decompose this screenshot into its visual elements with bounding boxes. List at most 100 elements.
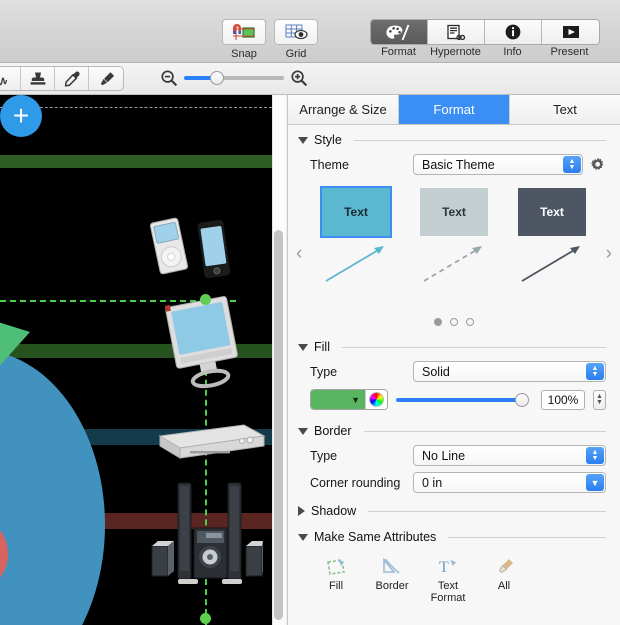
fill-type-value: Solid [422,364,450,379]
opacity-slider[interactable] [396,391,533,409]
scribble-tool-button[interactable] [0,67,21,90]
gear-icon[interactable] [590,157,606,173]
style-thumb-1[interactable]: Text [320,186,392,289]
chevron-right-icon[interactable]: › [606,244,612,263]
hypernote-icon [447,24,466,40]
brush-icon [478,554,530,580]
make-same-fill-button[interactable]: Fill [310,554,362,604]
brush-icon [100,72,115,86]
border-type-value: No Line [422,448,466,463]
canvas-green-bar-top[interactable] [0,155,272,168]
chevron-updown-icon[interactable]: ▲ ▼ [586,447,604,464]
fill-color-swatch[interactable]: ▼ [310,389,388,410]
chevron-left-icon[interactable]: ‹ [296,244,302,263]
make-same-border-label: Border [375,580,409,592]
zoom-slider-knob[interactable] [210,71,224,85]
zoom-out-icon[interactable] [160,69,178,87]
fill-type-select[interactable]: Solid ▲ ▼ [413,361,606,382]
canvas-selection-handle-bottom[interactable] [200,613,211,624]
add-object-button[interactable]: + [0,95,42,137]
grid-button[interactable]: Grid [274,19,318,60]
disclosure-triangle-down-icon[interactable] [298,533,308,541]
opacity-slider-knob[interactable] [515,392,529,407]
tab-format[interactable]: Format [399,95,510,124]
mac-mini-image[interactable] [146,420,266,462]
brush-tool-button[interactable] [89,67,123,90]
chevron-down-icon[interactable]: ▼ [586,474,604,491]
main-toolbar: Snap Grid Format Hypernote Info Present [0,0,620,63]
hypernote-button[interactable] [428,20,485,44]
shadow-section: Shadow [288,496,620,522]
border-type-select[interactable]: No Line ▲ ▼ [413,445,606,466]
opacity-value[interactable]: 100% [541,389,585,410]
carousel-dot-1[interactable] [434,318,442,326]
stamp-tool-button[interactable] [21,67,55,90]
zoom-slider[interactable] [184,68,284,88]
speaker-system-image[interactable] [150,480,265,590]
theme-label: Theme [310,157,349,172]
theme-select[interactable]: Basic Theme ▲ ▼ [413,154,583,175]
tab-arrange-size[interactable]: Arrange & Size [288,95,399,124]
style-section-header[interactable]: Style [288,125,620,151]
border-section-header[interactable]: Border [288,416,620,442]
document-canvas[interactable]: + [0,95,272,625]
make-same-text-format-button[interactable]: T Text Format [422,554,474,604]
style-section-title: Style [314,133,342,147]
ipod-image[interactable] [148,217,190,275]
eyedropper-tool-button[interactable] [55,67,89,90]
style-thumb-2-box[interactable]: Text [420,188,488,236]
theme-row: Theme Basic Theme ▲ ▼ [288,151,620,178]
scribble-icon [0,77,7,86]
info-button[interactable] [485,20,542,44]
style-thumb-3-box[interactable]: Text [518,188,586,236]
style-thumb-2[interactable]: Text [420,188,488,289]
shadow-section-header[interactable]: Shadow [288,496,620,522]
make-same-text-format-label: Text Format [430,580,466,604]
section-rule [353,139,606,141]
border-section-title: Border [314,424,352,438]
snap-button[interactable]: Snap [222,19,266,60]
style-thumb-3[interactable]: Text [518,188,586,289]
fill-color-row: ▼ 100% ▲ ▼ [288,385,620,416]
canvas-selection-handle-top[interactable] [200,294,211,305]
chevron-updown-icon[interactable]: ▲ ▼ [586,363,604,380]
tab-text[interactable]: Text [510,95,620,124]
style-thumb-3-arrow[interactable] [518,236,586,286]
format-button[interactable] [371,20,428,44]
toolbar-snap-grid-group: Snap Grid [222,19,318,60]
imac-display-image[interactable] [160,295,250,405]
carousel-dot-2[interactable] [450,318,458,326]
chevron-updown-icon[interactable]: ▲ ▼ [563,156,581,173]
style-thumb-1-arrow[interactable] [322,236,390,286]
iphone-image[interactable] [196,219,232,281]
canvas-page-guide [0,107,272,108]
make-same-all-button[interactable]: All [478,554,530,604]
canvas-scrollbar-thumb[interactable] [274,230,283,620]
fill-section-header[interactable]: Fill [288,332,620,358]
snap-label: Snap [231,48,257,60]
disclosure-triangle-down-icon[interactable] [298,427,308,435]
inspector-tabs: Arrange & Size Format Text [288,95,620,125]
style-thumb-2-arrow[interactable] [420,236,488,286]
color-wheel-button[interactable] [365,390,387,409]
disclosure-triangle-down-icon[interactable] [298,136,308,144]
palette-icon [386,24,410,40]
style-thumb-1-box[interactable]: Text [320,186,392,238]
make-same-header[interactable]: Make Same Attributes [288,522,620,548]
section-rule [368,510,606,512]
application-window: Snap Grid Format Hypernote Info Present … [0,0,620,625]
disclosure-triangle-right-icon[interactable] [298,506,305,516]
chevron-down-icon[interactable]: ▼ [351,395,360,405]
fill-color-value[interactable]: ▼ [311,390,365,409]
present-button[interactable] [542,20,599,44]
style-section: Style Theme Basic Theme ▲ ▼ ‹ › Text Tex… [288,125,620,332]
canvas-green-triangle[interactable] [0,310,35,415]
make-same-border-button[interactable]: Border [366,554,418,604]
opacity-stepper[interactable]: ▲ ▼ [593,389,606,410]
corner-rounding-select[interactable]: 0 in ▼ [413,472,606,493]
carousel-dot-3[interactable] [466,318,474,326]
disclosure-triangle-down-icon[interactable] [298,343,308,351]
zoom-in-icon[interactable] [290,69,308,87]
toolbar-mode-labels: Format Hypernote Info Present [370,46,598,58]
present-label: Present [550,46,589,58]
